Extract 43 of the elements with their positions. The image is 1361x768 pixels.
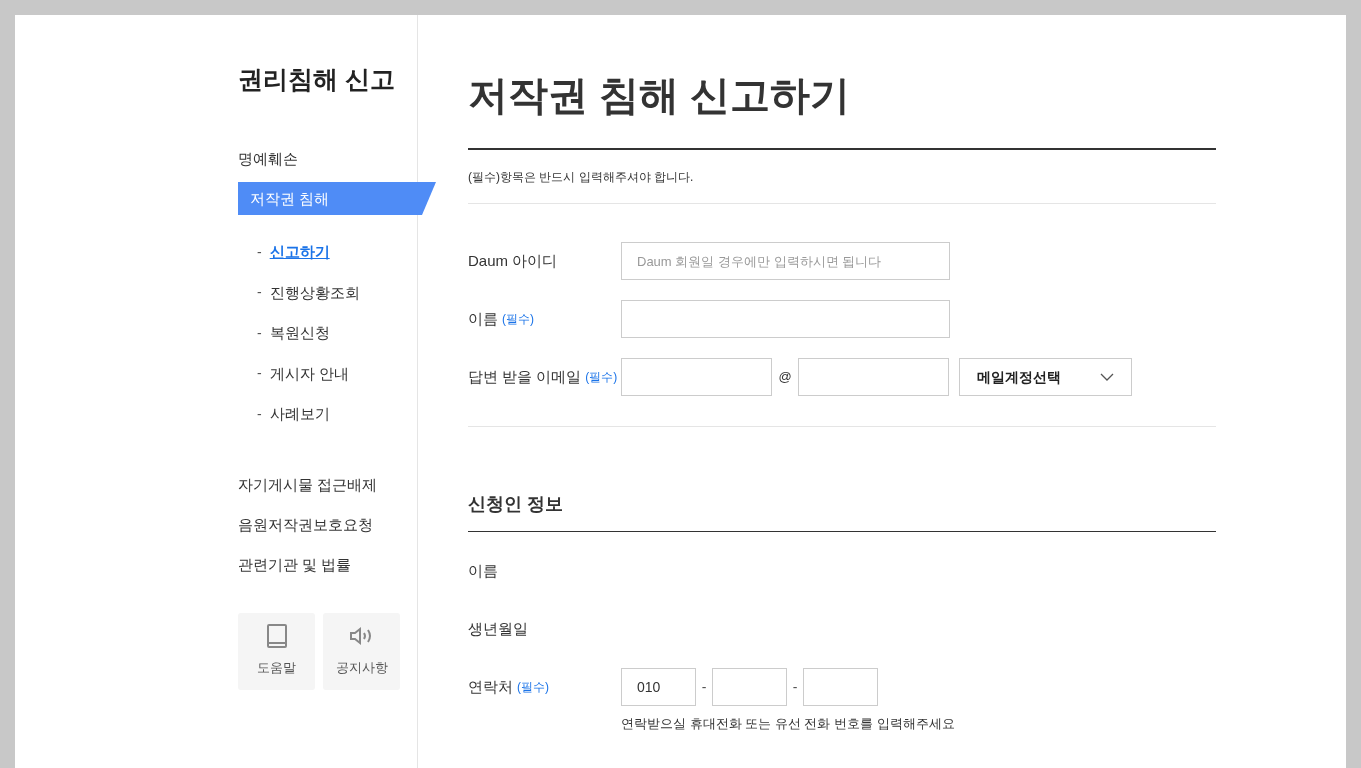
sidebar-item[interactable]: 명예훼손 bbox=[238, 139, 417, 179]
sidebar-button[interactable]: 공지사항 bbox=[323, 612, 400, 690]
domain-input-field[interactable] bbox=[798, 358, 949, 396]
mail-account-dropdown[interactable]: 메일계정선택 bbox=[959, 358, 1132, 396]
phone-input-field[interactable] bbox=[712, 668, 787, 706]
required-tag: (필수) bbox=[585, 368, 618, 386]
field-label: 이름 bbox=[468, 308, 498, 329]
input-field[interactable]: Daum 회원일 경우에만 입력하시면 됩니다 bbox=[621, 242, 950, 280]
section-title: 신청인 정보 bbox=[468, 493, 564, 516]
sidebar-item[interactable]: 자기게시물 접근배제 bbox=[238, 464, 417, 505]
dash-separator: - bbox=[791, 677, 799, 697]
at-sign: @ bbox=[777, 368, 793, 387]
required-tag: (필수) bbox=[517, 678, 549, 696]
submenu-item[interactable]: 신고하기 bbox=[269, 241, 330, 264]
required-tag: (필수) bbox=[502, 310, 534, 328]
field-label: 연락처 bbox=[468, 676, 513, 697]
bullet-dash: - bbox=[257, 404, 262, 424]
chevron-down-icon bbox=[1100, 373, 1114, 381]
bullet-dash: - bbox=[257, 283, 262, 303]
bullet-dash: - bbox=[257, 242, 262, 262]
submenu-item[interactable]: 게시자 안내 bbox=[269, 362, 349, 385]
field-label: 생년월일 bbox=[468, 618, 528, 639]
submenu-item[interactable]: 사례보기 bbox=[269, 403, 330, 426]
sidebar-item[interactable]: 관련기관 및 법률 bbox=[238, 544, 417, 585]
dash-separator: - bbox=[700, 677, 708, 697]
sidebar-title: 권리침해 신고 bbox=[238, 64, 396, 95]
field-label: 답변 받을 이메일 bbox=[468, 366, 582, 387]
bullet-dash: - bbox=[257, 364, 262, 384]
book-icon bbox=[266, 624, 287, 649]
bullet-dash: - bbox=[257, 323, 262, 343]
page-title: 저작권 침해 신고하기 bbox=[468, 72, 852, 119]
sidebar-item[interactable]: 음원저작권보호요청 bbox=[238, 504, 417, 545]
input-field[interactable] bbox=[621, 300, 950, 338]
sidebar-button[interactable]: 도움말 bbox=[238, 612, 315, 690]
hint-text: 연락받으실 휴대전화 또는 유선 전화 번호를 입력해주세요 bbox=[621, 715, 955, 733]
phone-input-field[interactable]: 010 bbox=[621, 668, 696, 706]
submenu-item[interactable]: 복원신청 bbox=[269, 322, 330, 345]
phone-input-field[interactable] bbox=[803, 668, 878, 706]
field-label: 이름 bbox=[468, 560, 498, 581]
submenu-item[interactable]: 진행상황조회 bbox=[269, 281, 360, 304]
notice-text: (필수)항목은 반드시 입력해주셔야 합니다. bbox=[468, 150, 1216, 204]
field-label: Daum 아이디 bbox=[468, 250, 558, 271]
email-input-field[interactable] bbox=[621, 358, 772, 396]
